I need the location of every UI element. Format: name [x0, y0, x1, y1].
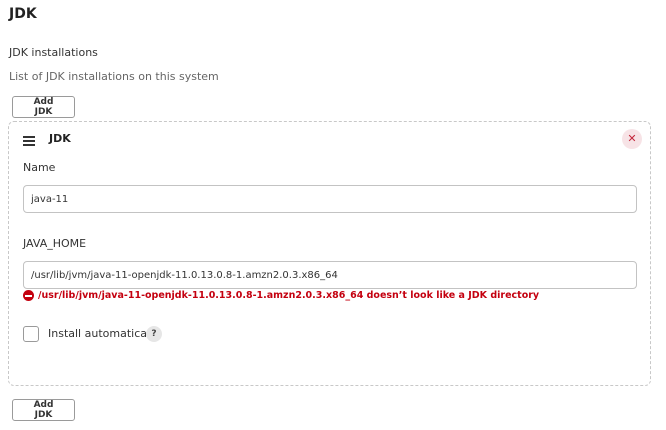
java-home-error-text: /usr/lib/jvm/java-11-openjdk-11.0.13.0.8…	[38, 290, 540, 301]
error-icon	[23, 290, 34, 301]
install-automatically-checkbox[interactable]	[23, 326, 39, 342]
name-input[interactable]	[23, 185, 637, 213]
drag-handle-icon[interactable]	[23, 136, 35, 146]
name-label: Name	[23, 161, 56, 174]
java-home-label: JAVA_HOME	[23, 237, 87, 250]
close-icon[interactable]: ✕	[622, 129, 642, 149]
section-title: JDK	[9, 6, 37, 22]
add-jdk-button-top[interactable]: Add JDK	[12, 96, 75, 118]
add-jdk-button-bottom[interactable]: Add JDK	[12, 399, 75, 421]
jdk-installations-label: JDK installations	[9, 46, 98, 59]
jdk-installations-description: List of JDK installations on this system	[9, 70, 219, 83]
jdk-card-title: JDK	[49, 132, 71, 145]
help-icon[interactable]: ?	[146, 326, 162, 342]
java-home-input[interactable]	[23, 261, 637, 289]
jdk-installation-card: JDK ✕ Name JAVA_HOME /usr/lib/jvm/java-1…	[8, 121, 651, 386]
java-home-error: /usr/lib/jvm/java-11-openjdk-11.0.13.0.8…	[23, 290, 539, 301]
install-automatically-label[interactable]: Install automatically	[48, 327, 160, 340]
